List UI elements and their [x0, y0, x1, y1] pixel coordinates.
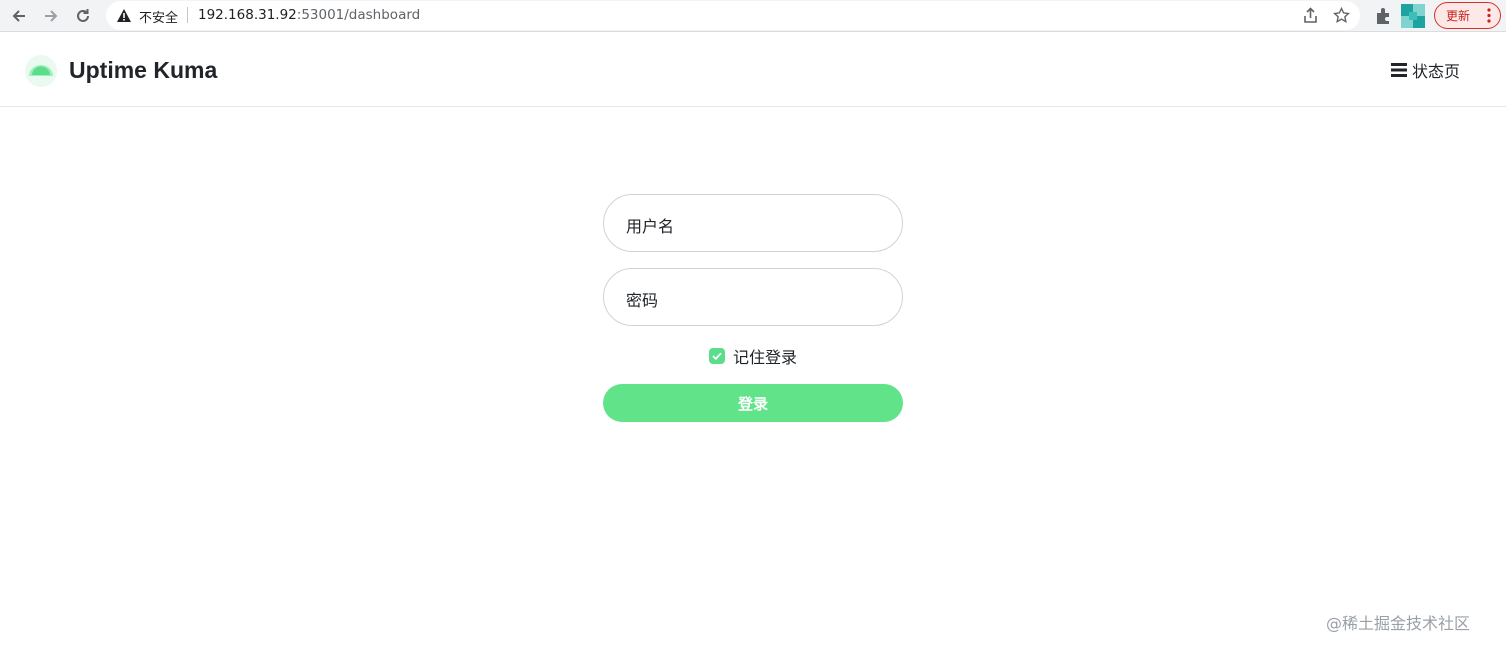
bookmark-star-icon[interactable] — [1333, 7, 1350, 24]
more-menu-icon — [1487, 8, 1491, 23]
list-icon — [1391, 63, 1407, 77]
browser-toolbar: 不安全 192.168.31.92:53001/dashboard 更新 — [0, 0, 1506, 32]
password-placeholder: 密码 — [626, 291, 659, 310]
extensions-puzzle-icon[interactable] — [1373, 5, 1395, 27]
forward-button[interactable] — [39, 4, 63, 28]
remember-me-option[interactable]: 记住登录 — [709, 344, 797, 368]
username-input[interactable]: 用户名 — [603, 194, 903, 252]
status-page-label: 状态页 — [1412, 62, 1461, 81]
url-host: 192.168.31.92 — [198, 7, 297, 23]
brand-title[interactable]: Uptime Kuma — [69, 57, 217, 84]
username-placeholder: 用户名 — [626, 217, 675, 236]
address-bar[interactable]: 不安全 192.168.31.92:53001/dashboard — [106, 1, 1360, 30]
url-text[interactable]: 192.168.31.92:53001/dashboard — [198, 7, 420, 23]
back-button[interactable] — [7, 4, 31, 28]
reload-icon — [77, 9, 89, 22]
uptime-kuma-logo-icon[interactable] — [24, 54, 58, 88]
status-page-link[interactable]: 状态页 — [1391, 59, 1460, 81]
watermark: @稀土掘金技术社区 — [1326, 614, 1471, 633]
forward-arrow-icon — [45, 10, 58, 22]
remember-me-label[interactable]: 记住登录 — [733, 344, 797, 368]
checkmark-icon — [712, 352, 722, 360]
omnibox-divider — [187, 7, 188, 23]
back-arrow-icon — [12, 10, 25, 22]
remember-me-checkbox[interactable] — [709, 348, 725, 364]
update-button[interactable]: 更新 — [1434, 2, 1501, 29]
security-label[interactable]: 不安全 — [139, 7, 178, 26]
app-header: Uptime Kuma 状态页 — [0, 33, 1506, 107]
url-path: :53001/dashboard — [296, 7, 421, 23]
profile-avatar-icon[interactable] — [1401, 4, 1425, 28]
warning-icon — [117, 9, 131, 22]
update-label: 更新 — [1446, 9, 1471, 23]
login-button-label: 登录 — [737, 394, 768, 413]
share-icon[interactable] — [1302, 7, 1319, 24]
password-input[interactable]: 密码 — [603, 268, 903, 326]
login-button[interactable]: 登录 — [603, 384, 903, 422]
reload-button[interactable] — [71, 4, 95, 28]
